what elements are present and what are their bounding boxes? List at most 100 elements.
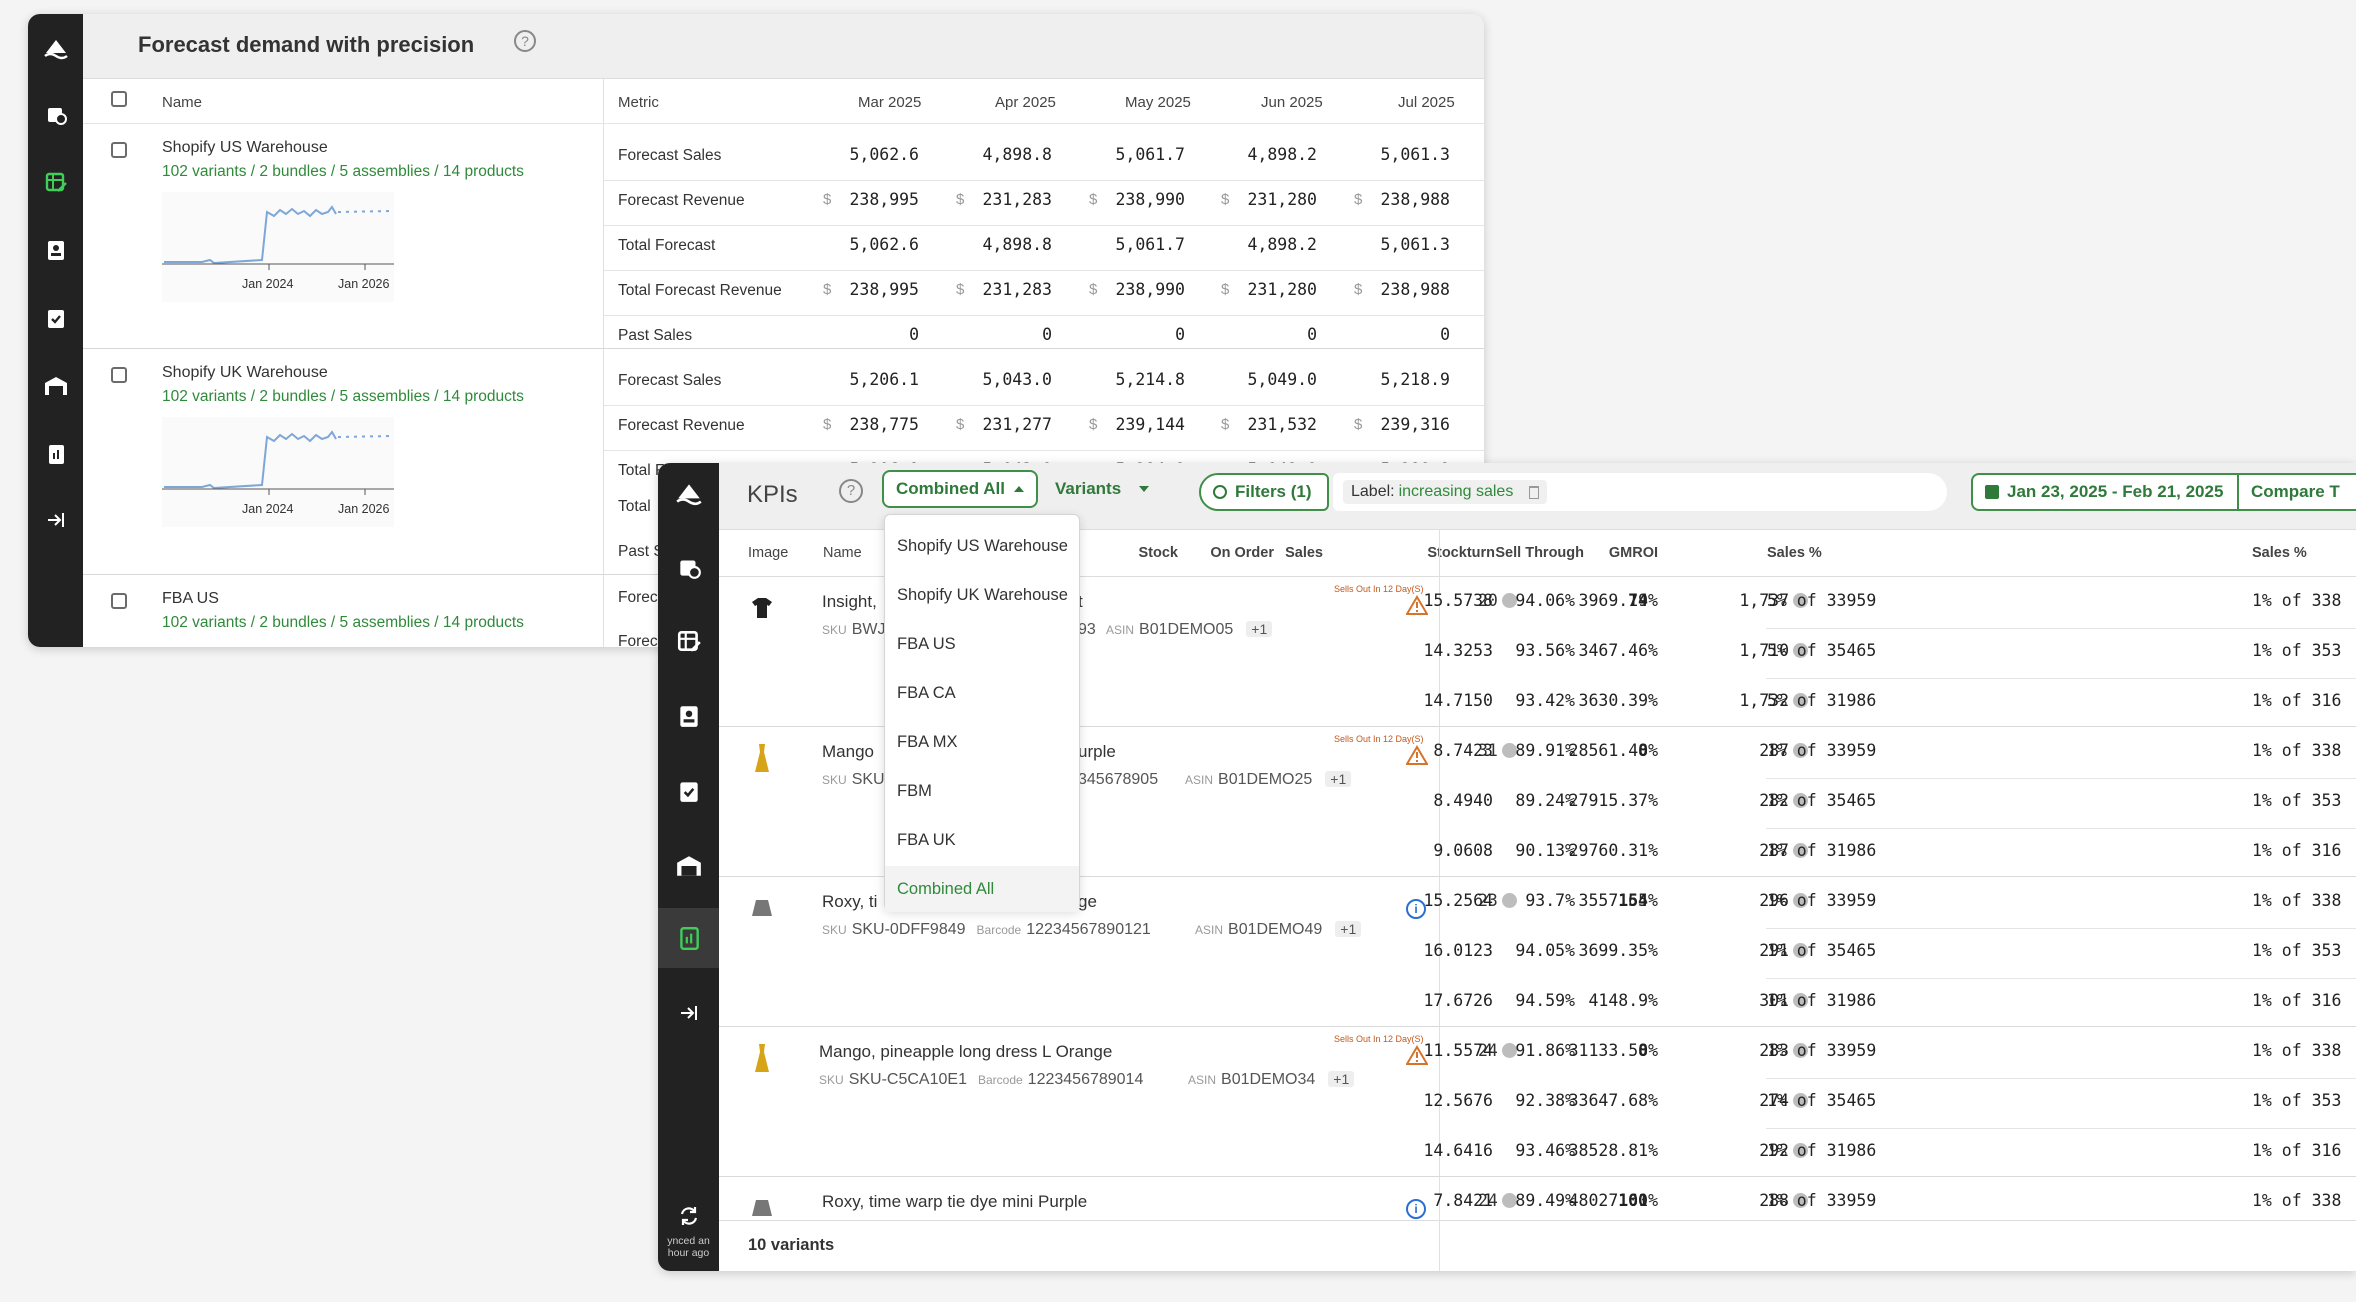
reports-icon[interactable] [658, 918, 719, 958]
forecast-value[interactable]: 231,532 [1247, 415, 1317, 434]
variants-link[interactable]: 102 variants [162, 163, 246, 180]
column-header[interactable]: Name [823, 545, 862, 561]
trash-icon[interactable] [1529, 485, 1540, 499]
forecast-value[interactable]: 238,995 [849, 280, 919, 299]
forecast-value[interactable]: 4,898.2 [1247, 145, 1317, 164]
column-header[interactable]: Image [748, 545, 788, 561]
dropdown-option[interactable]: Combined All [885, 866, 1079, 912]
replenish-icon[interactable] [658, 547, 719, 587]
warning-icon[interactable] [1405, 745, 1429, 770]
bundles-link[interactable]: 2 bundles [259, 614, 326, 631]
forecast-value[interactable]: 231,277 [982, 415, 1052, 434]
forecast-value[interactable]: 5,206.1 [849, 370, 919, 389]
collapse-icon[interactable] [28, 500, 83, 540]
forecast-value[interactable]: 231,280 [1247, 190, 1317, 209]
column-header[interactable]: On Order [1210, 545, 1274, 561]
logo-icon[interactable] [28, 28, 83, 68]
forecast-value[interactable]: 5,061.3 [1380, 145, 1450, 164]
forecast-value[interactable]: 238,988 [1380, 280, 1450, 299]
compare-button[interactable]: Compare T [2237, 473, 2356, 511]
reports-icon[interactable] [28, 434, 83, 474]
collapse-icon[interactable] [658, 993, 719, 1033]
forecast-value[interactable]: 231,280 [1247, 280, 1317, 299]
forecast-value[interactable]: 238,988 [1380, 190, 1450, 209]
assemblies-link[interactable]: 5 assemblies [340, 163, 430, 180]
warehouse-icon[interactable] [658, 846, 719, 886]
location-select[interactable]: Combined All [882, 470, 1038, 508]
forecast-value[interactable]: 231,283 [982, 280, 1052, 299]
products-link[interactable]: 14 products [443, 614, 524, 631]
forecast-value[interactable]: 231,283 [982, 190, 1052, 209]
dropdown-option[interactable]: FBA CA [885, 670, 1079, 716]
forecast-value[interactable]: 4,898.2 [1247, 235, 1317, 254]
column-header[interactable]: Stock [1139, 545, 1179, 561]
bundles-link[interactable]: 2 bundles [259, 388, 326, 405]
more-tag[interactable]: +1 [1328, 1071, 1355, 1087]
contacts-icon[interactable] [658, 696, 719, 736]
column-header[interactable]: Sell Through [1495, 545, 1584, 561]
forecast-value[interactable]: 5,062.6 [849, 235, 919, 254]
forecast-value[interactable]: 238,775 [849, 415, 919, 434]
column-header[interactable]: Sales [1285, 545, 1323, 561]
more-tag[interactable]: +1 [1325, 771, 1352, 787]
row-checkbox[interactable] [111, 593, 127, 609]
label-filter-input[interactable]: Label: increasing sales [1333, 473, 1947, 511]
column-header[interactable]: Sales % [2252, 545, 2307, 561]
forecast-value[interactable]: 0 [1175, 325, 1185, 344]
assemblies-link[interactable]: 5 assemblies [340, 614, 430, 631]
dropdown-option[interactable]: FBA UK [885, 817, 1079, 863]
product-image[interactable] [746, 741, 778, 775]
forecast-value[interactable]: 239,144 [1115, 415, 1185, 434]
column-header[interactable]: Sales % [1767, 545, 1822, 561]
column-header[interactable]: GMROI [1609, 545, 1658, 561]
help-icon[interactable]: ? [839, 479, 863, 503]
row-checkbox[interactable] [111, 367, 127, 383]
clipboard-check-icon[interactable] [658, 771, 719, 811]
product-image[interactable] [746, 591, 778, 625]
forecast-value[interactable]: 0 [1440, 325, 1450, 344]
forecast-value[interactable]: 5,043.0 [982, 370, 1052, 389]
info-dot-icon[interactable] [1501, 893, 1517, 908]
variants-select[interactable]: Variants [1055, 479, 1150, 499]
forecast-value[interactable]: 238,995 [849, 190, 919, 209]
forecast-value[interactable]: 0 [1042, 325, 1052, 344]
forecast-icon[interactable] [658, 621, 719, 661]
warehouse-icon[interactable] [28, 366, 83, 406]
forecast-value[interactable]: 5,062.6 [849, 145, 919, 164]
products-link[interactable]: 14 products [443, 163, 524, 180]
select-all-checkbox[interactable] [111, 91, 127, 107]
dropdown-option[interactable]: Shopify UK Warehouse [885, 572, 1079, 618]
product-name[interactable]: Mango, pineapple long dress L Orange [819, 1042, 1112, 1062]
forecast-value[interactable]: 5,218.9 [1380, 370, 1450, 389]
forecast-value[interactable]: 4,898.8 [982, 145, 1052, 164]
assemblies-link[interactable]: 5 assemblies [340, 388, 430, 405]
more-tag[interactable]: +1 [1246, 621, 1273, 637]
product-name[interactable]: Mango [822, 742, 874, 762]
variants-link[interactable]: 102 variants [162, 388, 246, 405]
forecast-value[interactable]: 5,061.3 [1380, 235, 1450, 254]
forecast-icon[interactable] [28, 162, 83, 202]
forecast-value[interactable]: 238,990 [1115, 190, 1185, 209]
forecast-value[interactable]: 5,214.8 [1115, 370, 1185, 389]
forecast-value[interactable]: 5,061.7 [1115, 235, 1185, 254]
product-image[interactable] [746, 1041, 778, 1075]
logo-icon[interactable] [658, 473, 719, 513]
product-name[interactable]: Roxy, ti [822, 892, 877, 912]
dropdown-option[interactable]: FBM [885, 768, 1079, 814]
row-checkbox[interactable] [111, 142, 127, 158]
products-link[interactable]: 14 products [443, 388, 524, 405]
product-name[interactable]: Insight, [822, 592, 877, 612]
date-range-button[interactable]: Jan 23, 2025 - Feb 21, 2025 [1971, 473, 2239, 511]
contacts-icon[interactable] [28, 230, 83, 270]
product-image[interactable] [746, 891, 778, 925]
forecast-value[interactable]: 5,061.7 [1115, 145, 1185, 164]
filters-button[interactable]: Filters (1) [1199, 473, 1329, 511]
variants-link[interactable]: 102 variants [162, 614, 246, 631]
forecast-value[interactable]: 4,898.8 [982, 235, 1052, 254]
forecast-value[interactable]: 0 [1307, 325, 1317, 344]
more-tag[interactable]: +1 [1335, 921, 1362, 937]
help-icon[interactable]: ? [514, 30, 536, 52]
dropdown-option[interactable]: FBA US [885, 621, 1079, 667]
product-name[interactable]: Roxy, time warp tie dye mini Purple [822, 1192, 1087, 1212]
info-icon[interactable]: i [1406, 1199, 1426, 1219]
